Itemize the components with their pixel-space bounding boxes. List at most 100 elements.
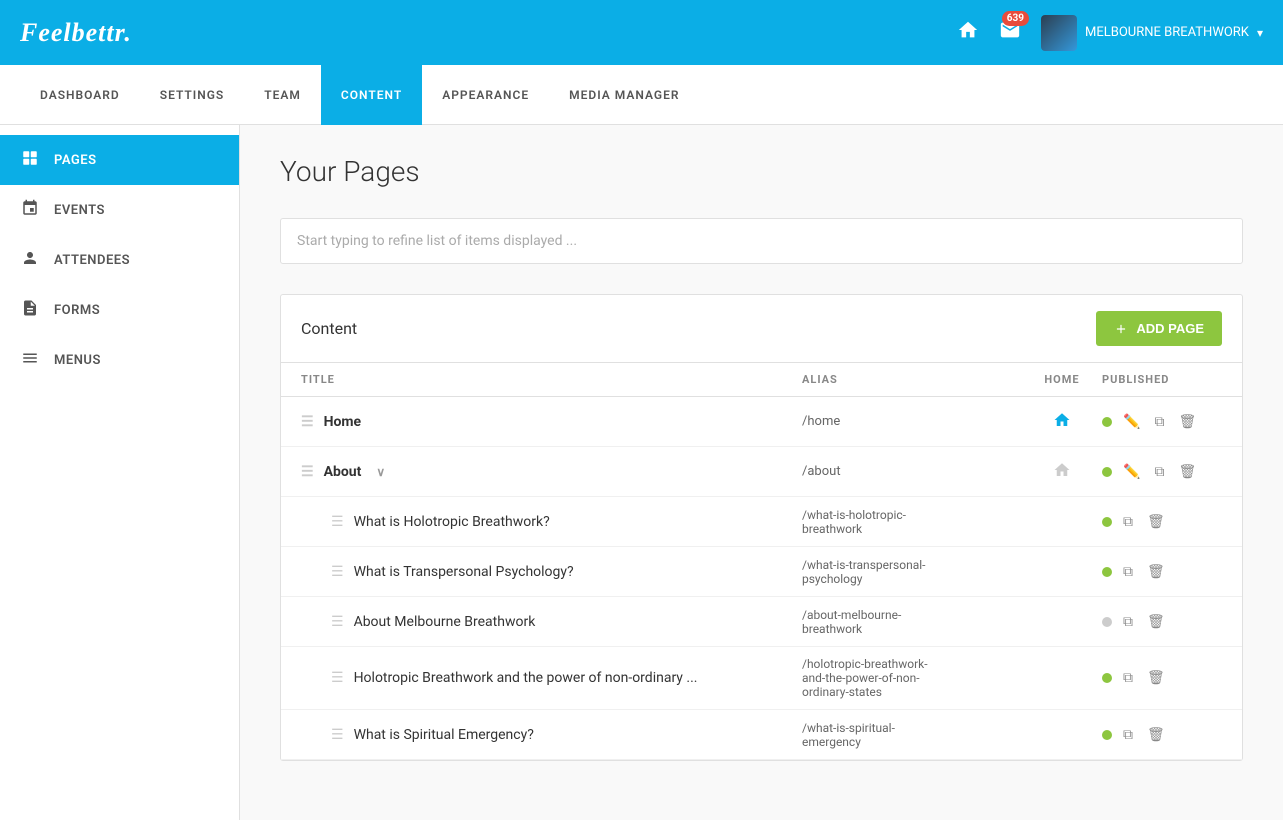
page-title: Your Pages: [280, 155, 1243, 188]
copy-icon[interactable]: ⧉: [1120, 561, 1136, 583]
add-page-button[interactable]: ADD PAGE: [1096, 311, 1222, 346]
sidebar-item-menus-label: MENUS: [54, 353, 101, 368]
published-dot: [1102, 517, 1112, 527]
row-title-about: ☰ About ∨: [301, 464, 802, 480]
user-name: MELBOURNE BREATHWORK: [1085, 25, 1249, 40]
delete-icon[interactable]: 🗑: [1144, 667, 1168, 689]
col-published: PUBLISHED: [1102, 373, 1222, 386]
row-actions-transpersonal: ⧉ 🗑: [1102, 561, 1222, 583]
published-dot: [1102, 417, 1112, 427]
delete-icon[interactable]: 🗑: [1144, 724, 1168, 746]
table-row: ☰ Holotropic Breathwork and the power of…: [281, 647, 1242, 710]
row-alias-home: /home: [802, 414, 1022, 429]
row-alias-spiritual: /what-is-spiritual-emergency: [802, 721, 1022, 749]
nav-content[interactable]: CONTENT: [321, 65, 422, 125]
events-icon: [20, 199, 40, 221]
layout: PAGES EVENTS ATTENDEES FORMS MENUS: [0, 125, 1283, 820]
expand-icon[interactable]: ∨: [376, 465, 385, 479]
table-row: ☰ Home /home ✏️ ⧉ 🗑: [281, 397, 1242, 447]
nav-appearance[interactable]: APPEARANCE: [422, 65, 549, 125]
sidebar-item-forms-label: FORMS: [54, 303, 100, 318]
row-actions-holotropic: ⧉ 🗑: [1102, 511, 1222, 533]
copy-icon[interactable]: ⧉: [1151, 461, 1167, 483]
row-alias-about: /about: [802, 464, 1022, 479]
copy-icon[interactable]: ⧉: [1120, 511, 1136, 533]
row-actions-power: ⧉ 🗑: [1102, 667, 1222, 689]
row-title-spiritual: ☰ What is Spiritual Emergency?: [331, 727, 802, 743]
notification-badge: 639: [1002, 11, 1029, 26]
published-dot: [1102, 730, 1112, 740]
row-title-holotropic: ☰ What is Holotropic Breathwork?: [331, 514, 802, 530]
col-title: TITLE: [301, 373, 802, 386]
drag-handle[interactable]: ☰: [331, 727, 344, 743]
unpublished-dot: [1102, 617, 1112, 627]
row-home-about: [1022, 461, 1102, 483]
drag-handle[interactable]: ☰: [331, 614, 344, 630]
drag-handle[interactable]: ☰: [331, 670, 344, 686]
user-menu[interactable]: MELBOURNE BREATHWORK ▾: [1041, 15, 1263, 51]
copy-icon[interactable]: ⧉: [1120, 724, 1136, 746]
delete-icon[interactable]: 🗑: [1144, 611, 1168, 633]
search-placeholder: Start typing to refine list of items dis…: [297, 233, 577, 249]
nav-dashboard[interactable]: DASHBOARD: [20, 65, 140, 125]
sidebar-item-pages[interactable]: PAGES: [0, 135, 239, 185]
row-title-power: ☰ Holotropic Breathwork and the power of…: [331, 670, 802, 686]
delete-icon[interactable]: 🗑: [1144, 561, 1168, 583]
drag-handle[interactable]: ☰: [301, 414, 314, 430]
home-nav-icon[interactable]: [957, 19, 979, 46]
add-icon: [1114, 322, 1128, 336]
sidebar-item-menus[interactable]: MENUS: [0, 335, 239, 385]
table-row: ☰ What is Holotropic Breathwork? /what-i…: [281, 497, 1242, 547]
forms-icon: [20, 299, 40, 321]
content-section-title: Content: [301, 319, 357, 338]
sidebar-item-forms[interactable]: FORMS: [0, 285, 239, 335]
edit-icon[interactable]: ✏️: [1120, 411, 1143, 433]
delete-icon[interactable]: 🗑: [1144, 511, 1168, 533]
drag-handle[interactable]: ☰: [331, 514, 344, 530]
row-alias-about-melb: /about-melbourne-breathwork: [802, 608, 1022, 636]
row-alias-power: /holotropic-breathwork-and-the-power-of-…: [802, 657, 1022, 699]
copy-icon[interactable]: ⧉: [1120, 611, 1136, 633]
header-right: 639 MELBOURNE BREATHWORK ▾: [957, 15, 1263, 51]
content-section-header: Content ADD PAGE: [281, 295, 1242, 363]
sidebar-item-pages-label: PAGES: [54, 153, 97, 168]
drag-handle[interactable]: ☰: [331, 564, 344, 580]
table-header: TITLE ALIAS HOME PUBLISHED: [281, 363, 1242, 397]
search-bar[interactable]: Start typing to refine list of items dis…: [280, 218, 1243, 264]
home-active-icon: [1053, 411, 1071, 433]
header: Feelbettr. 639 MELBOURNE BREATHWORK ▾: [0, 0, 1283, 65]
sidebar: PAGES EVENTS ATTENDEES FORMS MENUS: [0, 125, 240, 820]
delete-icon[interactable]: 🗑: [1175, 411, 1199, 433]
row-title-transpersonal: ☰ What is Transpersonal Psychology?: [331, 564, 802, 580]
published-dot: [1102, 567, 1112, 577]
sidebar-item-attendees-label: ATTENDEES: [54, 253, 130, 268]
delete-icon[interactable]: 🗑: [1175, 461, 1199, 483]
row-title-home: ☰ Home: [301, 414, 802, 430]
row-alias-holotropic: /what-is-holotropic-breathwork: [802, 508, 1022, 536]
table-row: ☰ About Melbourne Breathwork /about-melb…: [281, 597, 1242, 647]
avatar: [1041, 15, 1077, 51]
sidebar-item-events[interactable]: EVENTS: [0, 185, 239, 235]
row-actions-about: ✏️ ⧉ 🗑: [1102, 461, 1222, 483]
table-row: ☰ What is Transpersonal Psychology? /wha…: [281, 547, 1242, 597]
copy-icon[interactable]: ⧉: [1151, 411, 1167, 433]
drag-handle[interactable]: ☰: [301, 464, 314, 480]
row-actions-home: ✏️ ⧉ 🗑: [1102, 411, 1222, 433]
table-row: ☰ What is Spiritual Emergency? /what-is-…: [281, 710, 1242, 760]
chevron-down-icon: ▾: [1257, 26, 1263, 40]
row-actions-about-melb: ⧉ 🗑: [1102, 611, 1222, 633]
menus-icon: [20, 349, 40, 371]
copy-icon[interactable]: ⧉: [1120, 667, 1136, 689]
nav-settings[interactable]: SETTINGS: [140, 65, 245, 125]
nav-team[interactable]: TEAM: [244, 65, 321, 125]
home-inactive-icon: [1053, 461, 1071, 483]
nav-media-manager[interactable]: MEDIA MANAGER: [549, 65, 699, 125]
row-title-about-melb: ☰ About Melbourne Breathwork: [331, 614, 802, 630]
col-home: HOME: [1022, 373, 1102, 386]
sidebar-item-attendees[interactable]: ATTENDEES: [0, 235, 239, 285]
row-home-home: [1022, 411, 1102, 433]
row-actions-spiritual: ⧉ 🗑: [1102, 724, 1222, 746]
main-content: Your Pages Start typing to refine list o…: [240, 125, 1283, 820]
edit-icon[interactable]: ✏️: [1120, 461, 1143, 483]
messages-icon[interactable]: 639: [999, 19, 1021, 46]
